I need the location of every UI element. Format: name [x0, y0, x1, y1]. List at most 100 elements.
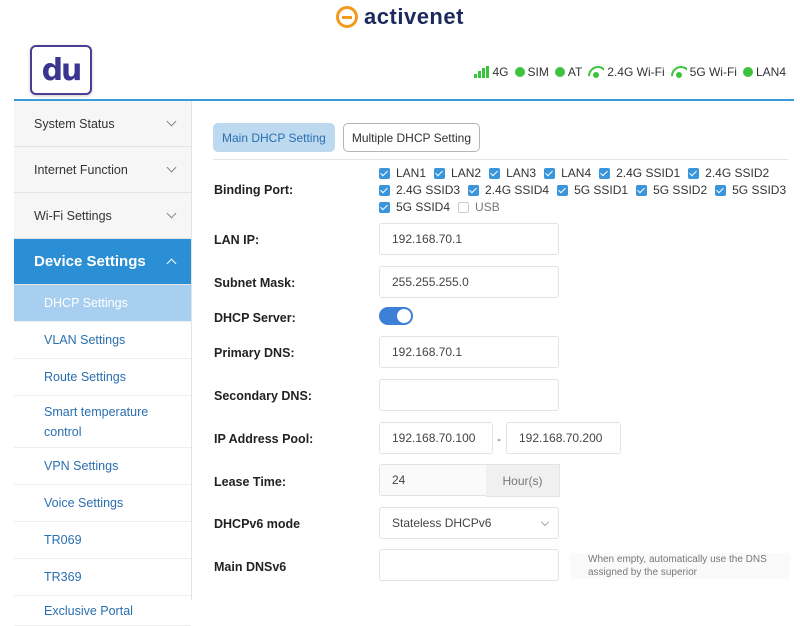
checkbox-checked-icon: [379, 168, 390, 179]
sidebar-item-system-status[interactable]: System Status: [14, 101, 191, 147]
ip-pool-end-input[interactable]: 192.168.70.200: [506, 422, 621, 454]
lease-time-label: Lease Time:: [214, 475, 287, 489]
sidebar-subitem-label: Voice Settings: [44, 496, 124, 510]
sidebar-subitem-label: Exclusive Portal: [44, 603, 133, 618]
dhcpv6-mode-select[interactable]: Stateless DHCPv6: [379, 507, 559, 539]
chevron-down-icon: [540, 517, 550, 527]
tab-label: Multiple DHCP Setting: [351, 130, 471, 145]
sidebar-item-label: Internet Function: [34, 162, 128, 177]
dhcpv6-mode-value: Stateless DHCPv6: [392, 516, 492, 530]
status-sim: SIM: [514, 65, 549, 79]
status-label: 5G Wi-Fi: [689, 65, 737, 79]
wifi-icon: [671, 66, 687, 78]
checkbox-lan4[interactable]: LAN4: [544, 165, 591, 182]
lan-ip-input[interactable]: 192.168.70.1: [379, 223, 559, 255]
checkbox-usb[interactable]: USB: [458, 199, 500, 216]
checkbox-checked-icon: [599, 168, 611, 179]
ports-row-2: 2.4G SSID3 2.4G SSID4 5G SSID1 5G SSID2 …: [379, 182, 789, 199]
sidebar-subitem-exclusive-portal[interactable]: Exclusive Portal: [14, 596, 191, 626]
ports-row-1: LAN1 LAN2 LAN3 LAN4 2.4G SSID1 2.4G SSID…: [379, 165, 789, 182]
checkbox-24g-ssid2[interactable]: 2.4G SSID2: [688, 165, 769, 182]
checkbox-label: USB: [475, 200, 500, 214]
sidebar-item-wifi-settings[interactable]: Wi-Fi Settings: [14, 193, 191, 239]
ip-pool-start-input[interactable]: 192.168.70.100: [379, 422, 493, 454]
green-dot-icon: [742, 67, 753, 77]
sidebar-subitem-label: TR069: [44, 533, 82, 547]
checkbox-checked-icon: [489, 168, 501, 179]
sidebar-subitem-label: TR369: [44, 570, 82, 584]
tab-main-dhcp-setting[interactable]: Main DHCP Setting: [213, 123, 335, 152]
sidebar-subitem-vlan-settings[interactable]: VLAN Settings: [14, 322, 191, 359]
tab-bar: Main DHCP Setting Multiple DHCP Setting: [213, 123, 480, 152]
checkbox-label: LAN2: [451, 166, 482, 180]
dhcpv6-mode-label: DHCPv6 mode: [214, 517, 301, 531]
checkbox-lan2[interactable]: LAN2: [434, 165, 481, 182]
checkbox-5g-ssid4[interactable]: 5G SSID4: [379, 199, 450, 216]
main-content: Main DHCP Setting Multiple DHCP Setting …: [193, 101, 794, 600]
checkbox-24g-ssid3[interactable]: 2.4G SSID3: [379, 182, 460, 199]
sidebar-item-label: Device Settings: [34, 253, 146, 270]
sidebar-subitem-vpn-settings[interactable]: VPN Settings: [14, 448, 191, 485]
status-label: AT: [567, 65, 583, 79]
checkbox-label: 5G SSID3: [732, 183, 787, 197]
ip-pool-label: IP Address Pool:: [214, 432, 314, 446]
binding-port-label: Binding Port:: [214, 183, 294, 197]
sidebar-subitem-smart-temperature-control[interactable]: Smart temperature control: [14, 396, 191, 448]
status-5g-wifi: 5G Wi-Fi: [671, 65, 737, 79]
checkbox-5g-ssid1[interactable]: 5G SSID1: [557, 182, 628, 199]
signal-icon: [474, 66, 490, 78]
checkbox-checked-icon: [544, 168, 556, 179]
chevron-up-icon: [166, 258, 177, 269]
checkbox-checked-icon: [379, 185, 390, 196]
sidebar-subitem-label: Route Settings: [44, 370, 126, 384]
primary-dns-label: Primary DNS:: [214, 346, 295, 360]
checkbox-5g-ssid2[interactable]: 5G SSID2: [636, 182, 707, 199]
primary-dns-input[interactable]: 192.168.70.1: [379, 336, 559, 368]
main-dnsv6-input[interactable]: [379, 549, 559, 581]
sidebar-item-device-settings[interactable]: Device Settings: [14, 239, 191, 285]
sidebar-subitem-label: VPN Settings: [44, 459, 119, 473]
tab-label: Main DHCP Setting: [222, 130, 326, 145]
activenet-logo-icon: [336, 6, 359, 28]
status-label: SIM: [527, 65, 549, 79]
sidebar-subitem-tr369[interactable]: TR369: [14, 559, 191, 596]
sidebar-item-label: Wi-Fi Settings: [34, 208, 112, 223]
subnet-mask-label: Subnet Mask:: [214, 276, 296, 290]
green-dot-icon: [514, 67, 525, 77]
subnet-mask-input[interactable]: 255.255.255.0: [379, 266, 559, 298]
sidebar-subitem-route-settings[interactable]: Route Settings: [14, 359, 191, 396]
wifi-icon: [588, 66, 604, 78]
lease-time-input[interactable]: 24: [379, 464, 487, 496]
checkbox-lan3[interactable]: LAN3: [489, 165, 536, 182]
secondary-dns-input[interactable]: [379, 379, 559, 411]
checkbox-label: 5G SSID2: [653, 183, 708, 197]
status-4g: 4G: [474, 65, 509, 79]
sidebar-item-label: System Status: [34, 116, 115, 131]
brand-bar: activenet: [0, 4, 800, 30]
du-logo[interactable]: du: [30, 45, 92, 95]
checkbox-24g-ssid1[interactable]: 2.4G SSID1: [599, 165, 680, 182]
tab-multiple-dhcp-setting[interactable]: Multiple DHCP Setting: [342, 123, 480, 152]
lan-ip-label: LAN IP:: [214, 233, 260, 247]
sidebar-subitem-dhcp-settings[interactable]: DHCP Settings: [14, 285, 191, 322]
checkbox-label: LAN4: [561, 166, 592, 180]
status-at: AT: [554, 65, 583, 79]
checkbox-24g-ssid4[interactable]: 2.4G SSID4: [468, 182, 549, 199]
dhcp-server-toggle[interactable]: [379, 307, 413, 325]
sidebar-subitem-label: VLAN Settings: [44, 333, 126, 347]
sidebar-subitem-tr069[interactable]: TR069: [14, 522, 191, 559]
checkbox-checked-icon: [379, 202, 390, 213]
checkbox-label: 2.4G SSID3: [396, 183, 461, 197]
sidebar-subitem-label: Smart temperature control: [44, 404, 149, 439]
ports-row-3: 5G SSID4 USB: [379, 199, 789, 216]
form-divider: [213, 159, 788, 160]
checkbox-unchecked-icon: [458, 202, 470, 213]
sidebar: System Status Internet Function Wi-Fi Se…: [14, 101, 192, 626]
status-bar: 4G SIM AT 2.4G Wi-Fi 5G Wi-Fi LAN4: [474, 65, 786, 79]
checkbox-checked-icon: [557, 185, 569, 196]
checkbox-lan1[interactable]: LAN1: [379, 165, 426, 182]
sidebar-subitem-voice-settings[interactable]: Voice Settings: [14, 485, 191, 522]
checkbox-5g-ssid3[interactable]: 5G SSID3: [715, 182, 786, 199]
sidebar-item-internet-function[interactable]: Internet Function: [14, 147, 191, 193]
checkbox-checked-icon: [636, 185, 648, 196]
